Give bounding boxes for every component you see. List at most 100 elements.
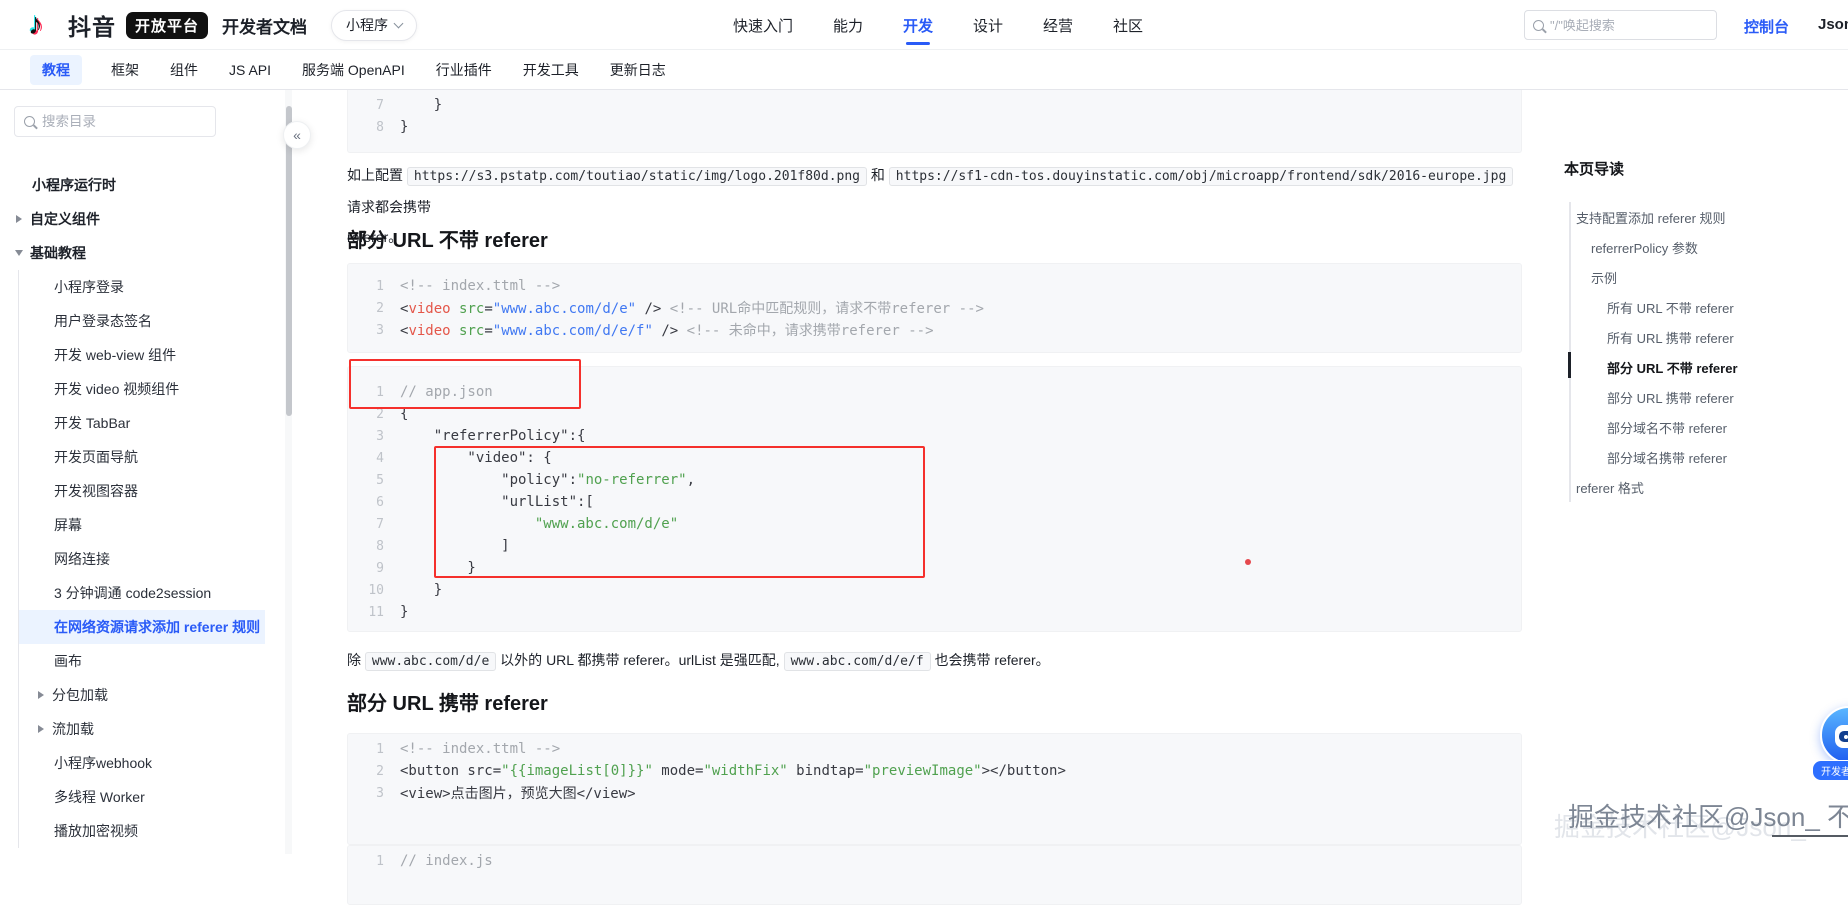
code-line: 8} (348, 116, 1521, 138)
toc-item[interactable]: 所有 URL 携带 referer (1556, 322, 1848, 352)
sidebar-item[interactable]: 画布 (19, 644, 265, 678)
sidebar-item[interactable]: 3 分钟调通 code2session (19, 576, 265, 610)
sidebar-group-label: 基础教程 (30, 245, 86, 261)
sidebar-item[interactable]: 开发视图容器 (19, 474, 265, 508)
tree-arrow-icon[interactable] (38, 725, 44, 733)
sidebar-item[interactable]: 屏幕 (19, 508, 265, 542)
sidebar-search-input[interactable] (42, 114, 192, 129)
line-number: 4 (376, 450, 384, 466)
code-text: } (400, 119, 409, 135)
sidebar-group-label: 自定义组件 (30, 211, 100, 227)
sidebar-group[interactable]: 自定义组件 (0, 202, 270, 236)
subnav-item[interactable]: 组件 (168, 55, 200, 85)
red-cursor-dot (1245, 559, 1251, 565)
subnav-item[interactable]: JS API (227, 57, 273, 83)
sidebar-item[interactable]: 多线程 Worker (19, 780, 265, 814)
toc-item[interactable]: 支持配置添加 referer 规则 (1556, 202, 1848, 232)
search-icon (24, 116, 35, 127)
toc-item[interactable]: 部分 URL 携带 referer (1556, 382, 1848, 412)
text-run: 以外的 URL 都携带 referer。urlList 是强匹配, (496, 652, 784, 668)
sidebar-item-label: 开发 web-view 组件 (54, 347, 177, 363)
tree-arrow-icon[interactable] (16, 215, 22, 223)
inline-code: https://sf1-cdn-tos.douyinstatic.com/obj… (888, 167, 1514, 186)
code-block-index-ttml: 1 <!-- index.ttml --> 2 <video src="www.abc… (347, 263, 1522, 353)
subnav-item[interactable]: 教程 (30, 54, 82, 85)
code-text: <!-- index.ttml --> (400, 741, 561, 757)
platform-select[interactable]: 小程序 (331, 9, 418, 41)
sidebar-search[interactable] (14, 106, 216, 137)
code-line: 2 <button src="{{imageList[0]}}" mode="wi… (348, 760, 1521, 782)
section-heading-partial-url-with-referer: 部分 URL 携带 referer (347, 693, 548, 715)
sidebar-item[interactable]: 开发页面导航 (19, 440, 265, 474)
toc-item[interactable]: referrerPolicy 参数 (1556, 232, 1848, 262)
code-line: 2 <video src="www.abc.com/d/e" /> <!-- UR… (348, 297, 1521, 319)
sidebar-item[interactable]: 网络连接 (19, 542, 265, 576)
line-number: 1 (376, 278, 384, 294)
nav-item[interactable]: 开发 (901, 1, 935, 50)
sidebar-group-label: 小程序运行时 (32, 177, 116, 193)
subnav-item[interactable]: 开发工具 (521, 55, 581, 85)
sidebar-item[interactable]: 分包加载 (19, 678, 265, 712)
nav-item[interactable]: 经营 (1041, 1, 1075, 50)
line-number: 1 (376, 853, 384, 869)
sidebar-item[interactable]: 小程序登录 (19, 270, 265, 304)
sidebar-item-label: 开发视图容器 (54, 483, 138, 499)
toc-item[interactable]: referer 格式 (1556, 472, 1848, 502)
sidebar-item[interactable]: 开发 video 视频组件 (19, 372, 265, 406)
nav-item[interactable]: 设计 (971, 1, 1005, 50)
sidebar-collapse-button[interactable]: « (283, 121, 311, 149)
subnav-item[interactable]: 服务端 OpenAPI (300, 55, 407, 85)
sidebar-item-label: 用户登录态签名 (54, 313, 152, 329)
toc-item-active[interactable]: 部分 URL 不带 referer (1556, 352, 1848, 382)
toc-item[interactable]: 示例 (1556, 262, 1848, 292)
primary-nav: 快速入门 能力 开发 设计 经营 社区 (731, 0, 1145, 50)
global-search-input[interactable] (1550, 17, 1690, 33)
nav-item[interactable]: 能力 (831, 1, 865, 50)
sidebar-item[interactable]: 小程序webhook (19, 746, 265, 780)
sidebar-item-active[interactable]: 在网络资源请求添加 referer 规则 (19, 610, 265, 644)
subnav-item[interactable]: 框架 (109, 55, 141, 85)
sidebar-group[interactable]: 基础教程 (0, 236, 270, 270)
tree-arrow-icon[interactable] (38, 691, 44, 699)
text-run: 如上配置 (347, 167, 407, 183)
code-text: <video src="www.abc.com/d/e/f" /> <!-- 未… (400, 323, 934, 339)
sidebar-item[interactable]: 流加载 (19, 712, 265, 746)
sidebar-item-label: 小程序webhook (54, 755, 153, 771)
line-number: 7 (376, 516, 384, 532)
code-text: } (400, 97, 443, 113)
sidebar-item-label: 开发页面导航 (54, 449, 138, 465)
line-number: 8 (376, 119, 384, 135)
tree-arrow-icon[interactable] (15, 250, 23, 256)
inline-code: www.abc.com/d/e/f (783, 652, 931, 671)
global-search[interactable] (1524, 10, 1717, 40)
toc-item[interactable]: 部分域名不带 referer (1556, 412, 1848, 442)
doc-subnav: 教程 框架 组件 JS API 服务端 OpenAPI 行业插件 开发工具 更新日志 (0, 50, 1848, 90)
toc-list: 支持配置添加 referer 规则 referrerPolicy 参数 示例 所有 U… (1556, 202, 1848, 502)
toc-item[interactable]: 所有 URL 不带 referer (1556, 292, 1848, 322)
line-number: 9 (376, 560, 384, 576)
sidebar-item[interactable]: 开发 web-view 组件 (19, 338, 265, 372)
sidebar-item-label: 多线程 Worker (54, 789, 145, 805)
subnav-item[interactable]: 行业插件 (434, 55, 494, 85)
code-text: <!-- index.ttml --> (400, 278, 561, 294)
line-number: 2 (376, 763, 384, 779)
user-name[interactable]: Jsonl (1818, 16, 1848, 33)
console-link[interactable]: 控制台 (1744, 16, 1789, 37)
nav-item[interactable]: 社区 (1111, 1, 1145, 50)
chevron-down-icon (393, 18, 404, 29)
red-annotation-box-video-config (434, 446, 925, 578)
toc-item[interactable]: 部分域名携带 referer (1556, 442, 1848, 472)
sidebar-item-label: 小程序登录 (54, 279, 124, 295)
sidebar-item[interactable]: 播放加密视频 (19, 814, 265, 848)
subnav-item[interactable]: 更新日志 (608, 55, 668, 85)
page-toc: 本页导读 支持配置添加 referer 规则 referrerPolicy 参数示… (1556, 0, 1848, 854)
text-run: 也会携带 referer。 (930, 652, 1050, 668)
sidebar-item[interactable]: 用户登录态签名 (19, 304, 265, 338)
sidebar-item-label: 网络连接 (54, 551, 110, 567)
code-line: 3 <view>点击图片，预览大图</view> (348, 782, 1521, 804)
line-number: 5 (376, 472, 384, 488)
sidebar-scrollbar-thumb[interactable] (286, 106, 292, 416)
nav-item[interactable]: 快速入门 (731, 1, 795, 50)
sidebar-group[interactable]: 小程序运行时 (0, 168, 270, 202)
sidebar-item[interactable]: 开发 TabBar (19, 406, 265, 440)
